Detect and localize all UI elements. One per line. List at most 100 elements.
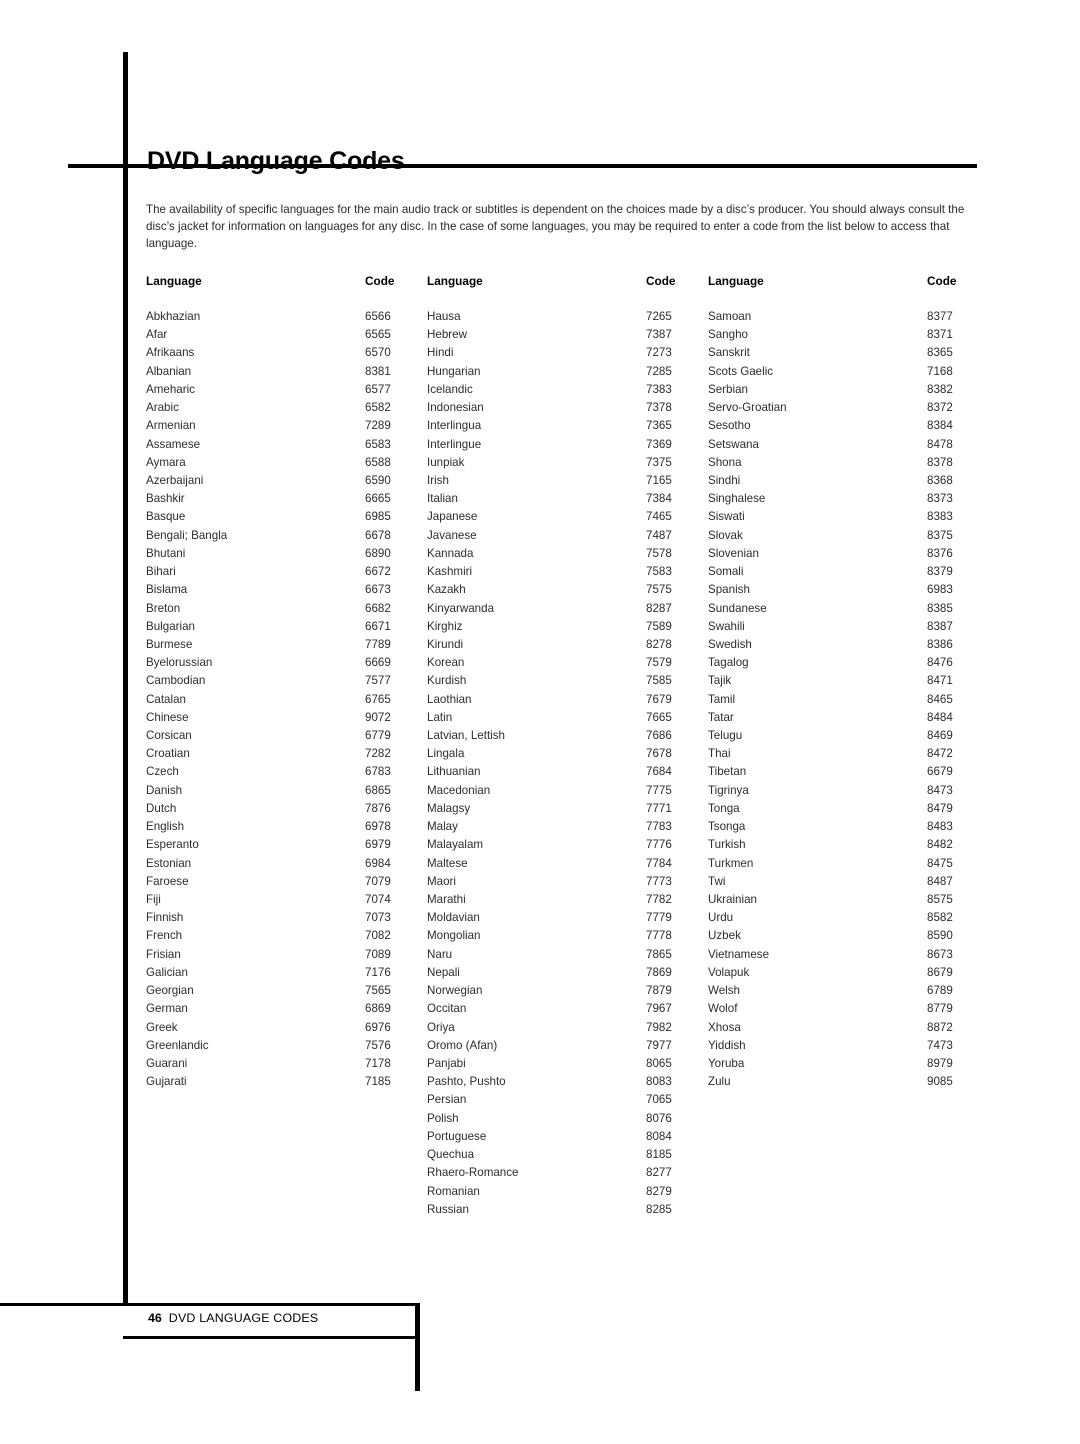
language-cell: Tajik (708, 674, 732, 688)
code-cell: 6869 (365, 1002, 391, 1016)
code-cell: 6665 (365, 492, 391, 506)
code-cell: 6678 (365, 528, 391, 542)
table-row: Afrikaans 6570 (146, 344, 427, 362)
footer-page-number: 46 (148, 1311, 162, 1325)
table-row: Hausa 7265 (427, 308, 708, 326)
table-row: Malayalam 7776 (427, 836, 708, 854)
language-cell: Swahili (708, 619, 745, 633)
table-row: Tamil 8465 (708, 691, 989, 709)
footer-top-rule (0, 1303, 420, 1306)
code-cell: 6583 (365, 437, 391, 451)
code-cell: 9072 (365, 710, 391, 724)
code-cell: 6672 (365, 565, 391, 579)
language-cell: Aymara (146, 455, 186, 469)
table-row: Tigrinya 8473 (708, 782, 989, 800)
table-row: Rhaero-Romance 8277 (427, 1164, 708, 1182)
table-row: Pashto, Pushto 8083 (427, 1073, 708, 1091)
table-row: Ukrainian 8575 (708, 891, 989, 909)
language-cell: Singhalese (708, 492, 766, 506)
code-cell: 7585 (646, 674, 672, 688)
code-cell: 7282 (365, 747, 391, 761)
language-cell: Guarani (146, 1056, 188, 1070)
table-row: Nepali 7869 (427, 964, 708, 982)
language-cell: Persian (427, 1093, 467, 1107)
code-cell: 6865 (365, 783, 391, 797)
language-cell: Rhaero-Romance (427, 1166, 519, 1180)
code-cell: 8465 (927, 692, 953, 706)
code-cell: 7775 (646, 783, 672, 797)
code-cell: 6983 (927, 583, 953, 597)
table-row: Galician 7176 (146, 964, 427, 982)
language-cell: Nepali (427, 965, 460, 979)
language-cell: Sanskrit (708, 346, 750, 360)
table-row: Kashmiri 7583 (427, 563, 708, 581)
code-cell: 7378 (646, 401, 672, 415)
code-cell: 6590 (365, 473, 391, 487)
table-row: Swahili 8387 (708, 618, 989, 636)
code-cell: 7778 (646, 929, 672, 943)
code-cell: 8383 (927, 510, 953, 524)
table-row: Urdu 8582 (708, 909, 989, 927)
language-cell: Tibetan (708, 765, 747, 779)
table-row: Maltese 7784 (427, 855, 708, 873)
header-language: Language (146, 274, 202, 288)
code-cell: 8375 (927, 528, 953, 542)
code-cell: 8381 (365, 364, 391, 378)
language-cell: Serbian (708, 382, 748, 396)
table-row: Catalan 6765 (146, 691, 427, 709)
code-cell: 6669 (365, 656, 391, 670)
language-cell: Byelorussian (146, 656, 213, 670)
language-cell: Volapuk (708, 965, 750, 979)
language-cell: Indonesian (427, 401, 484, 415)
code-cell: 8279 (646, 1184, 672, 1198)
language-cell: Burmese (146, 637, 193, 651)
table-row: Kannada 7578 (427, 545, 708, 563)
table-row: Russian 8285 (427, 1201, 708, 1219)
code-cell: 7684 (646, 765, 672, 779)
table-row: German 6869 (146, 1000, 427, 1018)
code-cell: 7168 (927, 364, 953, 378)
language-cell: Fiji (146, 893, 161, 906)
code-cell: 8469 (927, 729, 953, 743)
language-cell: Tatar (708, 710, 734, 724)
code-cell: 6779 (365, 729, 391, 743)
language-cell: Breton (146, 601, 181, 615)
code-cell: 7185 (365, 1075, 391, 1089)
table-row: Georgian 7565 (146, 982, 427, 1000)
language-cell: Iunpiak (427, 455, 465, 469)
code-cell: 6789 (927, 984, 953, 998)
code-cell: 7578 (646, 546, 672, 560)
language-cell: Panjabi (427, 1056, 466, 1070)
table-row: Somali 8379 (708, 563, 989, 581)
language-cell: Twi (708, 874, 726, 888)
column-rows: Hausa 7265 Hebrew 7387 Hindi 7273 Hungarian 728… (427, 308, 708, 1219)
language-cell: Latvian, Lettish (427, 729, 505, 743)
code-cell: 7575 (646, 583, 672, 597)
header-code: Code (646, 274, 676, 288)
table-row: Panjabi 8065 (427, 1055, 708, 1073)
code-cell: 7773 (646, 874, 672, 888)
code-cell: 8673 (927, 947, 953, 961)
table-row: Corsican 6779 (146, 727, 427, 745)
language-cell: Catalan (146, 692, 186, 706)
table-row: Basque 6985 (146, 508, 427, 526)
language-cell: Thai (708, 747, 731, 761)
code-cell: 7977 (646, 1038, 672, 1052)
table-row: Laothian 7679 (427, 691, 708, 709)
table-row: Spanish 6983 (708, 581, 989, 599)
footer-bottom-rule (123, 1336, 420, 1339)
table-row: Serbian 8382 (708, 381, 989, 399)
table-row: Faroese 7079 (146, 873, 427, 891)
table-row: Shona 8378 (708, 454, 989, 472)
language-cell: Marathi (427, 893, 466, 906)
language-cell: Tamil (708, 692, 736, 706)
header-language: Language (708, 274, 764, 288)
table-row: Occitan 7967 (427, 1000, 708, 1018)
code-cell: 7285 (646, 364, 672, 378)
code-cell: 8376 (927, 546, 953, 560)
code-cell: 8379 (927, 565, 953, 579)
table-row: Turkmen 8475 (708, 855, 989, 873)
table-row: Bulgarian 6671 (146, 618, 427, 636)
table-row: Greek 6976 (146, 1019, 427, 1037)
table-row: Estonian 6984 (146, 855, 427, 873)
